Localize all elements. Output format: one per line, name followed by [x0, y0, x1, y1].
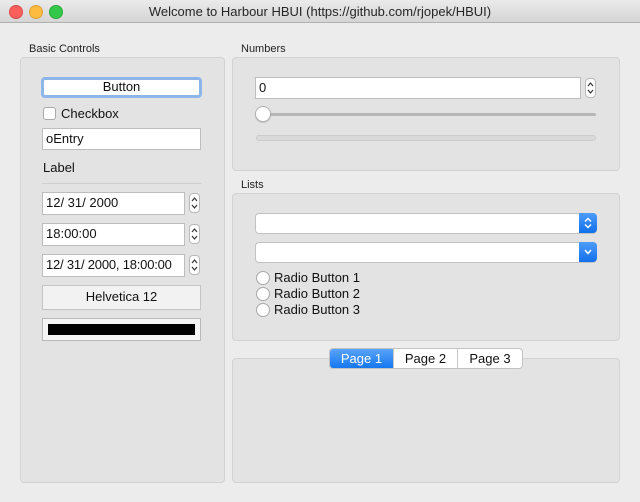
radio-button-1-label: Radio Button 1: [274, 270, 361, 285]
checkbox-label: Checkbox: [61, 106, 119, 121]
tab-content-area: [232, 358, 620, 483]
font-button[interactable]: Helvetica 12: [42, 285, 201, 310]
separator: [42, 183, 201, 184]
radio-button-1[interactable]: [256, 271, 270, 285]
datetime-stepper[interactable]: [189, 255, 200, 275]
combobox-1-arrow[interactable]: [579, 213, 597, 233]
chevron-down-icon: [584, 249, 592, 255]
chevron-up-down-icon: [191, 197, 198, 209]
radio-button-3-label: Radio Button 3: [274, 302, 361, 317]
tab-page-1[interactable]: Page 1: [330, 349, 393, 368]
datetime-picker-field[interactable]: 12/ 31/ 2000, 18:00:00: [42, 254, 185, 277]
chevron-up-down-icon: [191, 228, 198, 240]
combobox-2-arrow[interactable]: [579, 242, 597, 262]
basic-controls-title: Basic Controls: [29, 43, 100, 55]
tab-bar: Page 1 Page 2 Page 3: [329, 348, 523, 369]
radio-button-2-label: Radio Button 2: [274, 286, 361, 301]
date-stepper[interactable]: [189, 193, 200, 213]
radio-button-3[interactable]: [256, 303, 270, 317]
chevron-up-down-icon: [584, 217, 592, 229]
date-picker-field[interactable]: 12/ 31/ 2000: [42, 192, 185, 215]
progress-bar: [256, 135, 596, 141]
tab-page-2[interactable]: Page 2: [393, 349, 457, 368]
window-title: Welcome to Harbour HBUI (https://github.…: [148, 4, 492, 19]
title-bar[interactable]: Welcome to Harbour HBUI (https://github.…: [0, 0, 640, 23]
spinbox-stepper[interactable]: [585, 78, 596, 98]
tab-page-3[interactable]: Page 3: [457, 349, 522, 368]
time-picker-field[interactable]: 18:00:00: [42, 223, 185, 246]
entry-field[interactable]: oEntry: [42, 128, 201, 150]
combobox-2[interactable]: [255, 242, 597, 263]
color-swatch: [48, 324, 195, 335]
chevron-up-down-icon: [587, 82, 594, 94]
combobox-1[interactable]: [255, 213, 597, 234]
checkbox[interactable]: [43, 107, 56, 120]
chevron-up-down-icon: [191, 259, 198, 271]
push-button[interactable]: Button: [41, 77, 202, 98]
radio-button-2[interactable]: [256, 287, 270, 301]
time-stepper[interactable]: [189, 224, 200, 244]
slider-track[interactable]: [258, 113, 596, 116]
slider-knob[interactable]: [255, 106, 271, 122]
static-label: Label: [43, 160, 75, 175]
color-button[interactable]: [42, 318, 201, 341]
lists-title: Lists: [241, 179, 264, 191]
spinbox-field[interactable]: 0: [255, 77, 581, 99]
numbers-title: Numbers: [241, 43, 286, 55]
